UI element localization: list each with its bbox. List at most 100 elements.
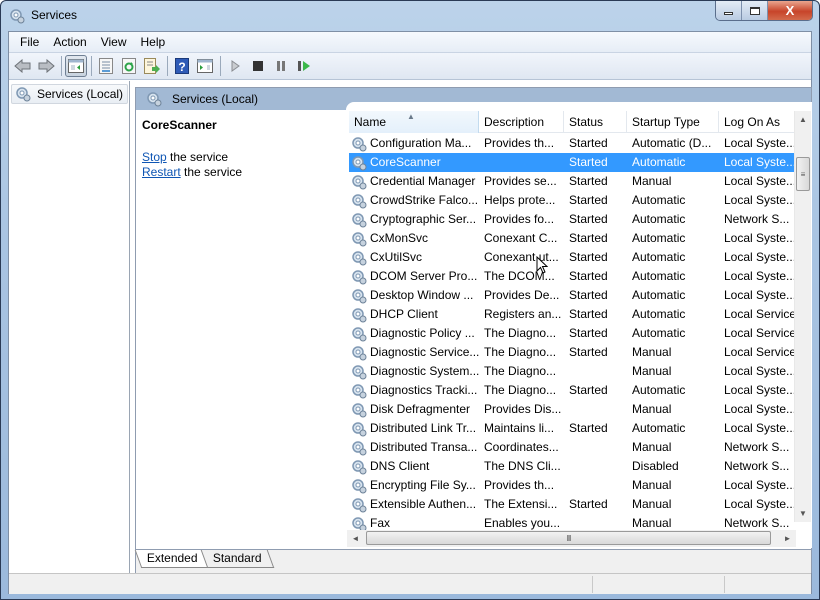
service-log-on-as-cell: Local Syste... [719,286,795,305]
service-description-cell: The Extensi... [479,495,564,514]
resume-service-button[interactable] [293,55,315,77]
service-startup-type: Manual [632,364,672,378]
service-row[interactable]: DNS Client The DNS Cli... Disabled Network … [349,457,795,476]
service-description: The DNS Cli... [484,459,561,473]
service-description: Helps prote... [484,193,556,207]
services-rows: Configuration Ma... Provides th... Started… [349,134,795,533]
scroll-up-icon[interactable]: ▲ [795,111,811,128]
service-name: DHCP Client [370,307,438,321]
show-hide-console-tree-button[interactable] [65,55,87,77]
service-row[interactable]: Distributed Link Tr... Maintains li... Sta… [349,419,795,438]
service-name: CoreScanner [370,155,441,169]
scroll-right-icon[interactable]: ► [779,530,796,547]
toolbar: ? [9,53,811,80]
show-action-pane-button[interactable] [194,55,216,77]
client-area: File Action View Help ? Services (Local)… [8,31,812,594]
close-button[interactable]: X [768,1,812,20]
service-log-on-as-cell: Local Syste... [719,172,795,191]
service-row[interactable]: CxMonSvc Conexant C... Started Automatic Loc… [349,229,795,248]
pause-service-icon [277,61,285,71]
service-description: Enables you... [484,516,561,530]
service-status: Started [569,136,608,150]
restart-service-link[interactable]: Restart [142,165,181,179]
service-row[interactable]: CxUtilSvc Conexant ut... Started Automatic L… [349,248,795,267]
service-name-cell: CrowdStrike Falco... [349,191,479,210]
title-bar[interactable]: Services X [1,1,819,31]
service-log-on-as: Local Syste... [724,383,795,397]
scroll-down-icon[interactable]: ▼ [795,505,811,522]
column-header-startup-type[interactable]: Startup Type [627,111,719,133]
vertical-scroll-thumb[interactable]: ≡ [796,157,810,191]
service-description-cell: Maintains li... [479,419,564,438]
service-log-on-as: Local Syste... [724,402,795,416]
service-name-cell: Desktop Window ... [349,286,479,305]
service-name-cell: Diagnostic System... [349,362,479,381]
service-row[interactable]: Diagnostics Tracki... The Diagno... Starte… [349,381,795,400]
service-description-cell: The DCOM... [479,267,564,286]
tab-standard[interactable]: Standard [200,550,274,568]
stop-service-text: the service [166,150,229,164]
column-header-label: Startup Type [632,115,700,129]
menu-action[interactable]: Action [46,32,93,52]
stop-service-line: Stop the service [142,150,228,164]
service-name-cell: Extensible Authen... [349,495,479,514]
service-row[interactable]: Diagnostic Policy ... The Diagno... Starte… [349,324,795,343]
close-icon: X [785,3,795,18]
service-gear-icon [352,174,367,189]
refresh-button[interactable] [118,55,140,77]
export-list-button[interactable] [141,55,163,77]
tab-extended[interactable]: Extended [134,550,209,568]
stop-service-button[interactable] [247,55,269,77]
service-status-cell: Started [564,267,627,286]
service-description-cell: The Diagno... [479,381,564,400]
service-row[interactable]: Diagnostic System... The Diagno... Manual L… [349,362,795,381]
service-row[interactable]: CrowdStrike Falco... Helps prote... Starte… [349,191,795,210]
service-row[interactable]: DHCP Client Registers an... Started Automat… [349,305,795,324]
service-name-cell: DNS Client [349,457,479,476]
properties-button[interactable] [95,55,117,77]
service-row[interactable]: Desktop Window ... Provides De... Started A… [349,286,795,305]
service-gear-icon [352,364,367,379]
service-row[interactable]: Encrypting File Sy... Provides th... Manua… [349,476,795,495]
column-header-description[interactable]: Description [479,111,564,133]
service-row[interactable]: Configuration Ma... Provides th... Started… [349,134,795,153]
service-startup-type: Automatic [632,383,686,397]
menu-help[interactable]: Help [134,32,173,52]
pause-service-button[interactable] [270,55,292,77]
menu-bar: File Action View Help [9,32,811,53]
maximize-button[interactable] [742,1,768,20]
vertical-scrollbar[interactable]: ▲ ≡ ▼ [794,111,811,522]
column-header-name[interactable]: ▲ Name [349,111,479,133]
minimize-button[interactable] [716,1,742,20]
column-header-log-on-as[interactable]: Log On As [719,111,795,133]
service-row[interactable]: Diagnostic Service... The Diagno... Starte… [349,343,795,362]
refresh-icon [122,58,136,74]
menu-file[interactable]: File [13,32,46,52]
help-button[interactable]: ? [171,55,193,77]
status-bar [9,573,811,594]
horizontal-scroll-thumb[interactable]: III [366,531,771,545]
service-row[interactable]: Extensible Authen... The Extensi... Starte… [349,495,795,514]
menu-view[interactable]: View [94,32,134,52]
forward-button[interactable] [35,55,57,77]
service-row[interactable]: Credential Manager Provides se... Started M… [349,172,795,191]
service-row[interactable]: DCOM Server Pro... The DCOM... Started Auto… [349,267,795,286]
column-header-status[interactable]: Status [564,111,627,133]
stop-service-link[interactable]: Stop [142,150,167,164]
service-name-cell: CoreScanner [349,153,479,172]
service-row[interactable]: CoreScanner Started Automatic Local Syste..… [349,153,795,172]
service-name: Diagnostics Tracki... [370,383,478,397]
tree-node-services-local[interactable]: Services (Local) [11,84,129,104]
back-button[interactable] [12,55,34,77]
status-segment [592,576,593,593]
forward-arrow-icon [38,59,55,73]
horizontal-scrollbar[interactable]: ◄ III ► [347,530,796,547]
service-row[interactable]: Cryptographic Ser... Provides fo... Starte… [349,210,795,229]
start-service-button[interactable] [224,55,246,77]
scroll-left-icon[interactable]: ◄ [347,530,364,547]
service-log-on-as-cell: Local Syste... [719,400,795,419]
service-row[interactable]: Disk Defragmenter Provides Dis... Manual Lo… [349,400,795,419]
service-description: Coordinates... [484,440,559,454]
service-row[interactable]: Distributed Transa... Coordinates... Manua… [349,438,795,457]
service-name-cell: Distributed Link Tr... [349,419,479,438]
